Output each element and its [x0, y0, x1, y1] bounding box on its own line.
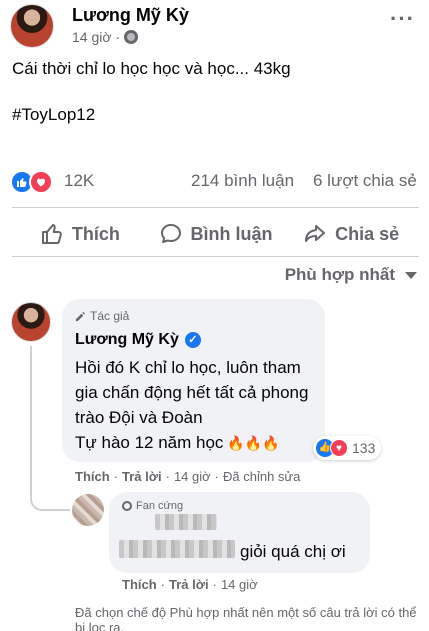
globe-icon	[124, 30, 139, 44]
fire-icon: 🔥🔥🔥	[227, 434, 280, 451]
comment-button[interactable]: Bình luận	[148, 214, 284, 254]
comment-like-link[interactable]: Thích	[75, 469, 110, 484]
post-time[interactable]: 14 giờ	[72, 29, 112, 45]
love-reaction-icon	[29, 170, 53, 194]
like-label: Thích	[71, 223, 120, 244]
verified-icon: ✓	[184, 332, 201, 348]
reaction-icons[interactable]	[10, 170, 56, 194]
comment-text-pride: Tự hào 12 năm học	[75, 433, 224, 452]
divider	[12, 256, 419, 257]
comment-actions: Thích · Trả lời · 14 giờ · Đã chỉnh sửa	[75, 469, 300, 484]
post-meta: 14 giờ ·	[72, 29, 139, 45]
pencil-icon	[75, 311, 86, 321]
post-action-bar: Thích Bình luận Chia sẻ	[12, 214, 419, 254]
dot-separator: ·	[165, 469, 170, 484]
dot-separator: ·	[214, 469, 220, 484]
fan-icon	[122, 501, 132, 511]
reply-like-link[interactable]: Thích	[122, 577, 157, 592]
comment-icon	[160, 224, 181, 243]
fan-badge-label: Fan cứng	[136, 500, 184, 512]
reply-text: giỏi quá chị ơi	[240, 542, 346, 561]
author-avatar[interactable]	[10, 4, 54, 48]
thumbs-up-icon	[41, 224, 62, 244]
reply-reply-link[interactable]: Trả lời	[169, 577, 209, 592]
comment-reply-link[interactable]: Trả lời	[122, 469, 162, 484]
reply-time[interactable]: 14 giờ	[221, 577, 258, 592]
comment-count[interactable]: 214 bình luận	[191, 171, 294, 191]
post-text: Cái thời chỉ lo học học và học... 43kg	[12, 59, 291, 78]
share-button[interactable]: Chia sẻ	[283, 214, 419, 254]
author-badge-label: Tác giả	[90, 309, 130, 323]
comment-text: Hồi đó K chỉ lo học, luôn tham gia chấn …	[75, 358, 309, 427]
post-author-name[interactable]: Lương Mỹ Kỳ	[72, 5, 189, 26]
caret-down-icon	[405, 271, 417, 279]
filter-notice: Đã chọn chế độ Phù hợp nhất nên một số c…	[75, 605, 417, 631]
reactions-summary: 12K 214 bình luận 6 lượt chia sẻ	[10, 168, 425, 196]
love-reaction-icon: ♥	[330, 439, 348, 457]
comment-author-name[interactable]: Lương Mỹ Kỳ ✓	[75, 331, 201, 349]
post-header: Lương Mỹ Kỳ 14 giờ · ···	[10, 4, 429, 48]
more-options-icon[interactable]: ···	[390, 6, 415, 32]
author-badge: Tác giả	[75, 309, 129, 323]
comment-author-text: Lương Mỹ Kỳ	[75, 331, 179, 348]
divider	[12, 207, 419, 208]
dot-separator: ·	[212, 577, 217, 592]
comment-edited: Đã chỉnh sửa	[223, 469, 301, 484]
post-hashtag[interactable]: #ToyLop12	[12, 105, 95, 125]
comment-label: Bình luận	[190, 223, 273, 244]
blurred-text	[119, 540, 235, 558]
comment-sort-dropdown[interactable]: Phù hợp nhất	[285, 265, 417, 285]
comment-avatar[interactable]	[11, 302, 51, 342]
share-icon	[305, 225, 326, 242]
dot-separator: ·	[113, 469, 119, 484]
comment-time[interactable]: 14 giờ	[174, 469, 211, 484]
blurred-name	[155, 514, 217, 530]
meta-separator: ·	[115, 29, 121, 45]
reaction-count[interactable]: 12K	[64, 171, 94, 191]
like-button[interactable]: Thích	[12, 214, 148, 254]
comment-reactions[interactable]: 👍 ♥ 133	[313, 436, 382, 460]
reply-avatar[interactable]	[72, 494, 104, 526]
comment-reaction-count: 133	[352, 440, 376, 456]
comment-bubble: Tác giả Lương Mỹ Kỳ ✓ Hồi đó K chỉ lo họ…	[62, 299, 325, 462]
share-label: Chia sẻ	[335, 223, 400, 244]
sort-label: Phù hợp nhất	[284, 265, 395, 284]
dot-separator: ·	[160, 577, 166, 592]
comment-text-line2: Tự hào 12 năm học 🔥🔥🔥	[75, 433, 280, 453]
fan-badge: Fan cứng	[122, 500, 183, 512]
reply-actions: Thích · Trả lời · 14 giờ	[122, 577, 258, 592]
share-count[interactable]: 6 lượt chia sẻ	[313, 171, 417, 191]
